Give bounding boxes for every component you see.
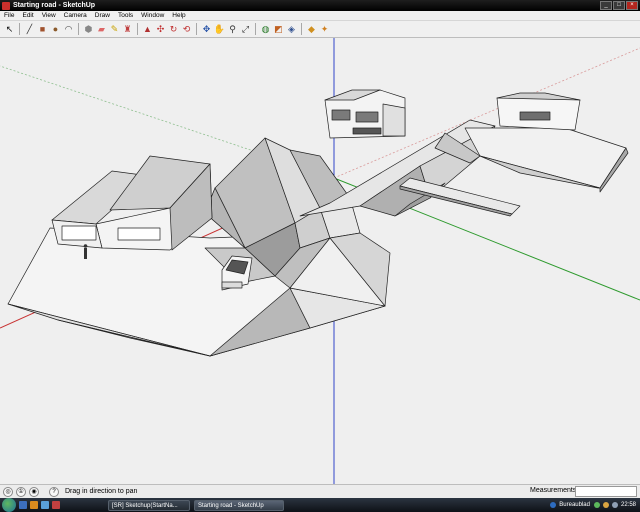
- styles-icon[interactable]: ✦: [319, 24, 330, 35]
- browser-icon[interactable]: [30, 501, 38, 509]
- title-bar: Starting road - SketchUp _ □ ×: [0, 0, 640, 11]
- menu-tools[interactable]: Tools: [114, 12, 137, 19]
- credits-icon[interactable]: ①: [16, 486, 26, 497]
- rectangle-tool-icon[interactable]: ■: [37, 24, 48, 35]
- toolbar-separator: [301, 23, 302, 35]
- menu-edit[interactable]: Edit: [18, 12, 37, 19]
- language-icon[interactable]: [550, 502, 557, 508]
- menu-draw[interactable]: Draw: [91, 12, 114, 19]
- clock: 22:58: [620, 502, 636, 508]
- menu-bar: File Edit View Camera Draw Tools Window …: [0, 11, 640, 21]
- move-tool-icon[interactable]: ✣: [155, 24, 166, 35]
- tray-label[interactable]: Bureaublad: [559, 502, 590, 508]
- geo-location-icon[interactable]: ◎: [3, 486, 13, 497]
- sketchup-app-icon: [2, 1, 10, 10]
- tape-measure-icon[interactable]: ✎: [109, 24, 120, 35]
- os-taskbar: [SR] Sketchup(StartNa... Starting road -…: [0, 498, 640, 512]
- push-pull-icon[interactable]: ▲: [142, 24, 153, 35]
- paint-bucket-icon[interactable]: ♜: [122, 24, 133, 35]
- model-viewport[interactable]: [0, 38, 640, 484]
- user-icon[interactable]: ◉: [29, 486, 39, 497]
- toolbar-separator: [19, 23, 20, 35]
- volume-icon[interactable]: [602, 502, 609, 508]
- measurements-field[interactable]: [575, 486, 637, 497]
- explorer-icon[interactable]: [41, 501, 49, 509]
- network-icon[interactable]: [593, 502, 600, 508]
- toolbar-separator: [137, 23, 138, 35]
- select-tool-icon[interactable]: ↖: [4, 24, 15, 35]
- minimize-icon[interactable]: _: [600, 1, 612, 10]
- status-bar: ◎ ① ◉ ? Drag in direction to pan Measure…: [0, 484, 640, 498]
- menu-window[interactable]: Window: [137, 12, 168, 19]
- zoom-tool-icon[interactable]: ⚲: [227, 24, 238, 35]
- system-tray: Bureaublad 22:58: [550, 498, 640, 512]
- toolbar-separator: [196, 23, 197, 35]
- orbit-tool-icon[interactable]: ✥: [201, 24, 212, 35]
- main-toolbar: ↖ ╱ ■ ● ◠ ⬢ ▰ ✎ ♜ ▲ ✣ ↻ ⟲ ✥ ✋ ⚲ ⤢ ◍ ◩ ◈ ◆ ✦: [0, 21, 640, 38]
- menu-help[interactable]: Help: [168, 12, 189, 19]
- task-button-folder[interactable]: [SR] Sketchup(StartNa...: [108, 499, 190, 511]
- desktop-icon[interactable]: [19, 501, 27, 509]
- sketchup-quicklaunch-icon[interactable]: [52, 501, 60, 509]
- task-button-sketchup[interactable]: Starting road - SketchUp: [194, 499, 284, 511]
- arc-tool-icon[interactable]: ◠: [63, 24, 74, 35]
- status-hint: Drag in direction to pan: [65, 488, 138, 495]
- toolbar-separator: [255, 23, 256, 35]
- pan-tool-icon[interactable]: ✋: [214, 24, 225, 35]
- close-icon[interactable]: ×: [626, 1, 638, 10]
- eraser-tool-icon[interactable]: ▰: [96, 24, 107, 35]
- window-controls: _ □ ×: [600, 1, 638, 10]
- toolbar-separator: [78, 23, 79, 35]
- menu-camera[interactable]: Camera: [60, 12, 91, 19]
- maximize-icon[interactable]: □: [613, 1, 625, 10]
- zoom-extents-icon[interactable]: ⤢: [240, 24, 251, 35]
- line-tool-icon[interactable]: ╱: [24, 24, 35, 35]
- scene-canvas[interactable]: [0, 38, 640, 484]
- make-component-icon[interactable]: ⬢: [83, 24, 94, 35]
- start-button[interactable]: [2, 498, 16, 512]
- materials-icon[interactable]: ◆: [306, 24, 317, 35]
- menu-file[interactable]: File: [0, 12, 18, 19]
- menu-view[interactable]: View: [38, 12, 60, 19]
- rotate-tool-icon[interactable]: ↻: [168, 24, 179, 35]
- offset-tool-icon[interactable]: ⟲: [181, 24, 192, 35]
- share-model-icon[interactable]: ◩: [273, 24, 284, 35]
- component-store-icon[interactable]: ◈: [286, 24, 297, 35]
- get-models-icon[interactable]: ◍: [260, 24, 271, 35]
- window-title: Starting road - SketchUp: [13, 2, 96, 9]
- security-icon[interactable]: [611, 502, 618, 508]
- measurements-label: Measurements: [530, 487, 577, 494]
- help-icon[interactable]: ?: [49, 486, 59, 497]
- circle-tool-icon[interactable]: ●: [50, 24, 61, 35]
